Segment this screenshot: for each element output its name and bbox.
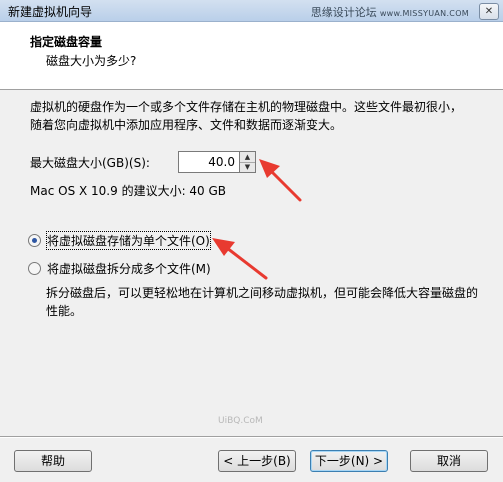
split-description: 拆分磁盘后，可以更轻松地在计算机之间移动虚拟机，但可能会降低大容量磁盘的性能。 [46, 286, 479, 318]
next-button[interactable]: 下一步(N) > [310, 450, 388, 472]
single-file-label[interactable]: 将虚拟磁盘存储为单个文件(O) [46, 230, 211, 250]
button-separator [0, 436, 503, 438]
recommended-size: Mac OS X 10.9 的建议大小: 40 GB [30, 184, 227, 198]
close-icon[interactable]: ✕ [479, 3, 499, 20]
window-title: 新建虚拟机向导 [8, 5, 93, 19]
split-files-option[interactable]: 将虚拟磁盘拆分成多个文件(M) [28, 260, 211, 276]
bottom-watermark: UiBQ.CoM [218, 416, 263, 426]
help-button[interactable]: 帮助 [14, 450, 92, 472]
header-subtitle: 磁盘大小为多少? [46, 54, 137, 68]
disk-size-stepper: ▲ ▼ [178, 151, 256, 173]
split-files-label[interactable]: 将虚拟磁盘拆分成多个文件(M) [47, 260, 211, 277]
title-bar: 新建虚拟机向导 思缘设计论坛 www.MISSYUAN.COM ✕ [0, 0, 503, 22]
wizard-content: 虚拟机的硬盘作为一个或多个文件存储在主机的物理磁盘中。这些文件最初很小，随着您向… [0, 90, 503, 430]
disk-description: 虚拟机的硬盘作为一个或多个文件存储在主机的物理磁盘中。这些文件最初很小，随着您向… [30, 100, 463, 132]
watermark-text: 思缘设计论坛 [310, 6, 377, 19]
split-files-radio[interactable] [28, 261, 41, 275]
watermark-site: www.MISSYUAN.COM [379, 9, 469, 18]
disk-size-input[interactable] [178, 151, 240, 173]
spin-buttons: ▲ ▼ [240, 151, 256, 173]
single-file-radio[interactable] [28, 233, 41, 247]
back-button[interactable]: < 上一步(B) [218, 450, 296, 472]
cancel-button[interactable]: 取消 [410, 450, 488, 472]
max-disk-size-label: 最大磁盘大小(GB)(S): [30, 156, 150, 170]
single-file-option[interactable]: 将虚拟磁盘存储为单个文件(O) [28, 230, 211, 250]
wizard-header: 指定磁盘容量 磁盘大小为多少? [0, 22, 503, 90]
spin-down-icon[interactable]: ▼ [240, 162, 255, 172]
watermark-logo: 思缘设计论坛 www.MISSYUAN.COM [311, 4, 469, 20]
header-title: 指定磁盘容量 [30, 35, 103, 49]
